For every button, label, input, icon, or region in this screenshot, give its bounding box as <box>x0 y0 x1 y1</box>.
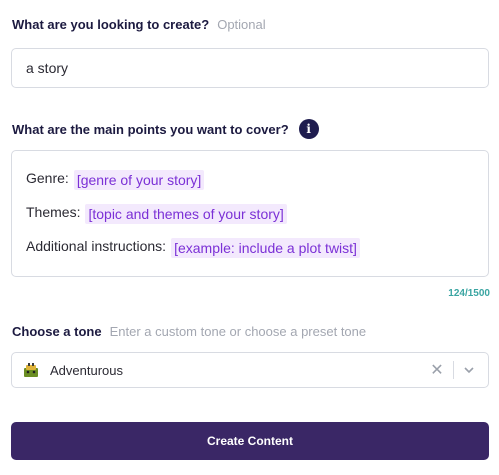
tone-label-row: Choose a tone Enter a custom tone or cho… <box>12 324 366 339</box>
create-content-button[interactable]: Create Content <box>11 422 489 460</box>
themes-placeholder: [topic and themes of your story] <box>85 204 287 224</box>
optional-label: Optional <box>217 17 266 32</box>
instructions-line: Additional instructions: [example: inclu… <box>26 238 488 272</box>
themes-key: Themes: <box>26 204 81 220</box>
character-counter: 124/1500 <box>448 288 490 299</box>
genre-line: Genre: [genre of your story] <box>26 170 488 204</box>
adventure-icon <box>24 363 38 377</box>
chevron-down-icon[interactable] <box>462 363 476 377</box>
close-icon[interactable]: ✕ <box>429 360 445 380</box>
create-input[interactable]: a story <box>11 48 489 88</box>
select-divider <box>453 361 454 379</box>
instructions-placeholder: [example: include a plot twist] <box>171 238 360 258</box>
themes-line: Themes: [topic and themes of your story] <box>26 204 488 238</box>
create-label: What are you looking to create? <box>12 17 210 32</box>
tone-hint: Enter a custom tone or choose a preset t… <box>109 324 367 339</box>
create-label-row: What are you looking to create? Optional <box>12 17 266 32</box>
tone-label: Choose a tone <box>12 324 102 339</box>
points-label-row: What are the main points you want to cov… <box>12 119 319 139</box>
points-label: What are the main points you want to cov… <box>12 121 289 137</box>
info-icon[interactable]: i <box>298 119 319 139</box>
genre-placeholder: [genre of your story] <box>73 170 205 190</box>
tone-select[interactable]: Adventurous ✕ <box>11 352 489 388</box>
instructions-key: Additional instructions: <box>26 238 167 254</box>
tone-selected-value: Adventurous <box>50 362 123 378</box>
points-textarea[interactable]: Genre: [genre of your story] Themes: [to… <box>11 150 489 277</box>
genre-key: Genre: <box>26 170 69 186</box>
